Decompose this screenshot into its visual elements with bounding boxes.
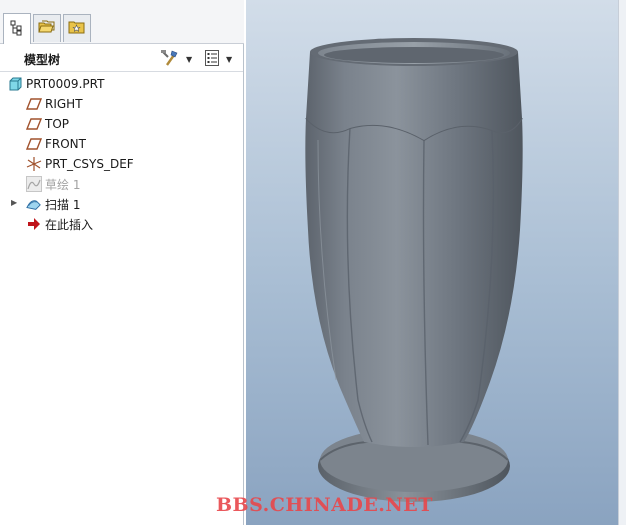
tab-favorites[interactable]	[63, 14, 91, 42]
datum-plane-icon	[26, 116, 42, 132]
tree-item-top[interactable]: TOP	[26, 114, 69, 134]
tree-item-insert-here[interactable]: 在此插入	[26, 214, 93, 234]
chevron-down-icon: ▼	[226, 54, 233, 64]
tree-item-sweep[interactable]: 扫描 1	[26, 194, 80, 214]
navigator-tab-strip	[0, 0, 244, 44]
navigator-panel: 模型树 ▼ ▼ PRT0009.PRT RIGHT TOP FRONT PRT_…	[0, 0, 244, 525]
tree-item-label: PRT_CSYS_DEF	[45, 157, 134, 171]
chevron-down-icon: ▼	[186, 54, 193, 64]
tree-show-button[interactable]: ▼	[204, 49, 233, 70]
tree-item-sketch[interactable]: 草绘 1	[26, 174, 80, 194]
part-icon	[7, 76, 23, 92]
expand-arrow-icon[interactable]: ▶	[11, 198, 19, 207]
goblet-model	[305, 38, 523, 502]
tree-item-label: 草绘 1	[45, 177, 81, 192]
viewport-scrollbar[interactable]	[618, 0, 626, 525]
tree-item-front[interactable]: FRONT	[26, 134, 86, 154]
favorites-icon	[68, 19, 86, 38]
model-tree-title: 模型树	[24, 53, 61, 67]
model-tree-icon	[9, 20, 25, 39]
tree-item-label: RIGHT	[45, 97, 83, 111]
folder-browser-icon	[38, 19, 56, 38]
sweep-icon	[26, 196, 42, 212]
tree-item-label: 扫描 1	[45, 197, 81, 212]
tree-item-csys[interactable]: PRT_CSYS_DEF	[26, 154, 134, 174]
tree-item-label: FRONT	[45, 137, 86, 151]
coordinate-system-icon	[26, 156, 42, 172]
list-settings-icon	[204, 49, 220, 70]
graphics-viewport[interactable]	[246, 0, 626, 525]
model-tree-header: 模型树 ▼ ▼	[0, 46, 243, 72]
datum-plane-icon	[26, 96, 42, 112]
insert-here-arrow-icon	[26, 216, 42, 232]
tree-item-right[interactable]: RIGHT	[26, 94, 83, 114]
tree-settings-button[interactable]: ▼	[160, 49, 193, 70]
tab-folder-browser[interactable]	[33, 14, 61, 42]
watermark: BBS.CHINADE.NET	[216, 494, 433, 516]
tools-icon	[160, 49, 180, 70]
tree-item-part[interactable]: PRT0009.PRT	[7, 74, 104, 94]
datum-plane-icon	[26, 136, 42, 152]
tree-item-label: 在此插入	[45, 217, 94, 232]
tree-item-label: TOP	[45, 117, 70, 131]
tree-item-label: PRT0009.PRT	[26, 77, 105, 91]
sketch-icon	[26, 176, 42, 192]
tab-model-tree[interactable]	[3, 13, 31, 44]
